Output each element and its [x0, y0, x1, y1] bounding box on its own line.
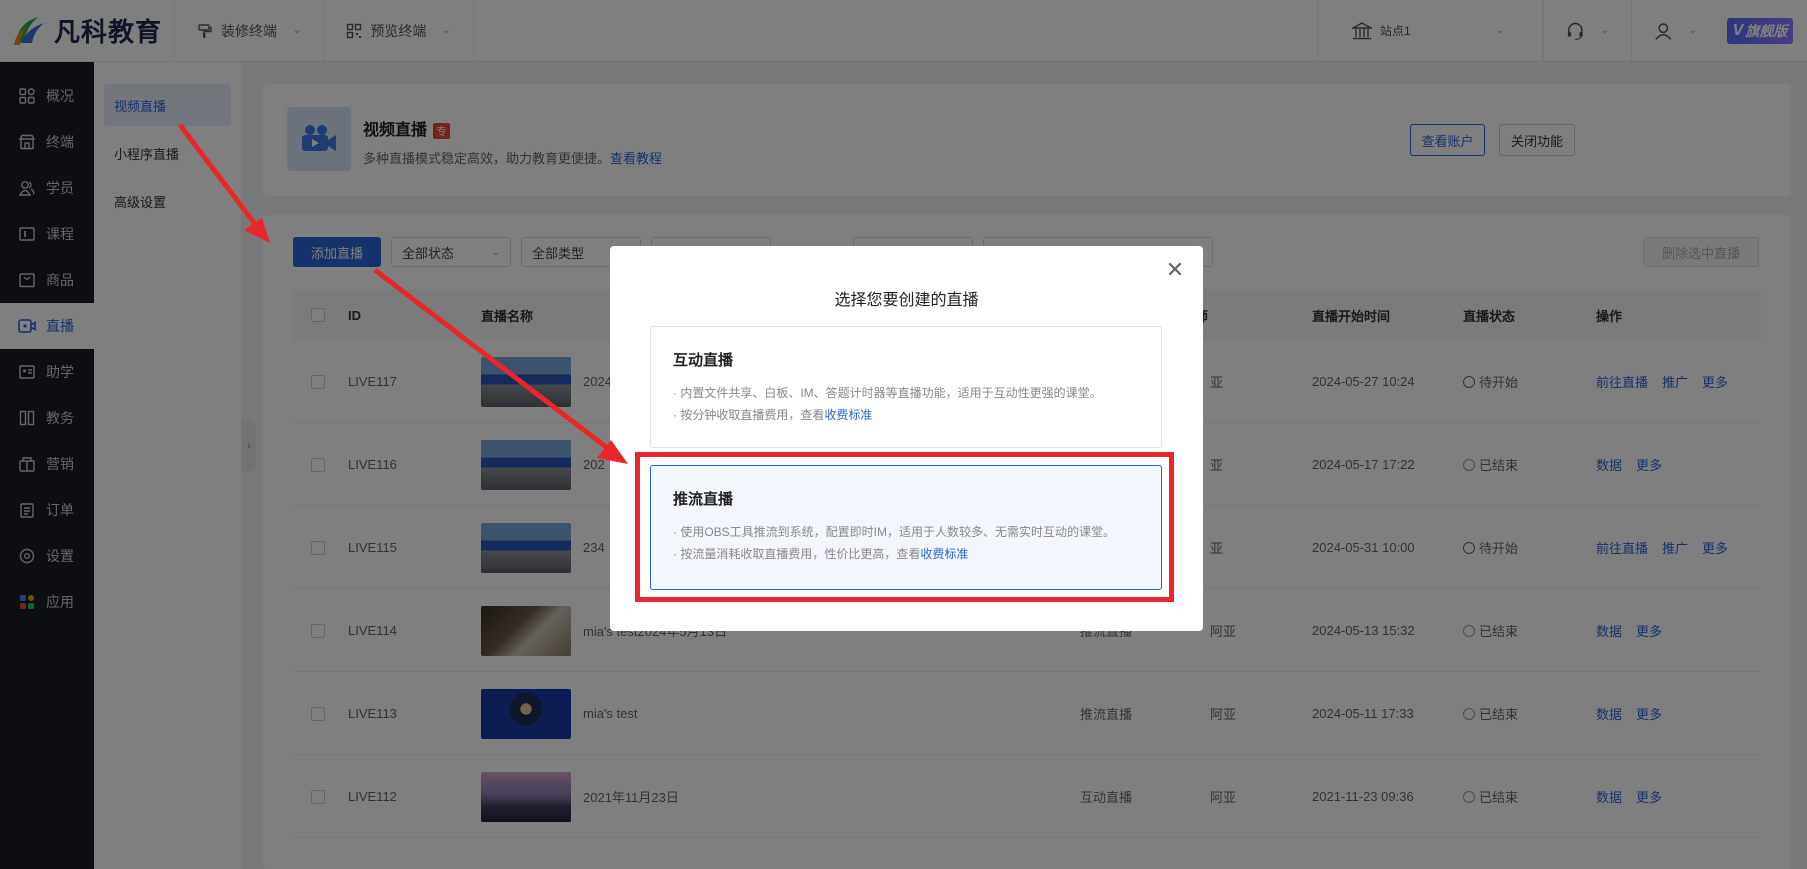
option-title: 互动直播	[673, 352, 734, 369]
option-fee: · 按分钟收取直播费用，查看收费标准	[673, 408, 873, 422]
close-icon[interactable]: ✕	[1163, 257, 1187, 282]
modal-title: 选择您要创建的直播	[834, 292, 979, 309]
option-interactive-live[interactable]: 互动直播 · 内置文件共享、白板、IM、答题计时器等直播功能，适用于互动性更强的…	[650, 326, 1162, 448]
option-desc: · 内置文件共享、白板、IM、答题计时器等直播功能，适用于互动性更强的课堂。	[673, 386, 1102, 400]
highlight-box	[635, 452, 1174, 602]
fee-standard-link[interactable]: 收费标准	[824, 408, 872, 422]
